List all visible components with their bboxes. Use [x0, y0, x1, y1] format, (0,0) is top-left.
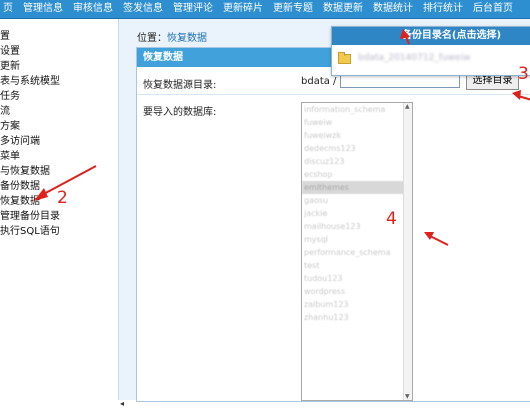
collapse-icon[interactable]: ◂: [120, 399, 124, 408]
arrow-2-head: [34, 188, 48, 201]
annotation-2: 2: [57, 188, 68, 208]
annotation-4: 4: [386, 209, 397, 229]
annotation-arrows: [34, 29, 530, 246]
annotation-3: 3: [518, 64, 529, 84]
